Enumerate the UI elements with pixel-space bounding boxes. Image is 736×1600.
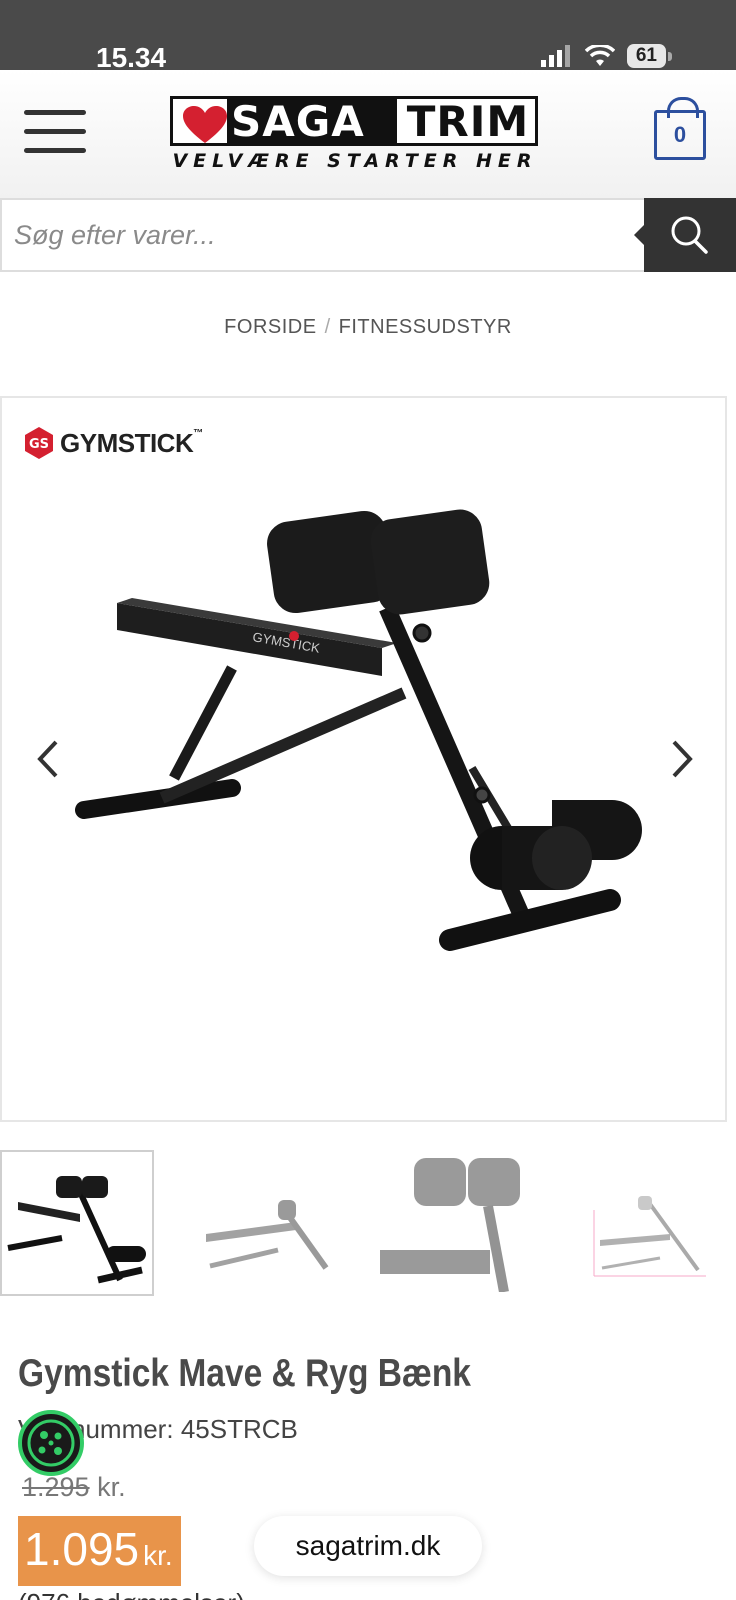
search-input[interactable] xyxy=(2,200,646,270)
thumbnail-1[interactable] xyxy=(0,1150,154,1296)
gymstick-brand-text: GYMSTICK™ xyxy=(60,427,203,458)
svg-text:GS: GS xyxy=(29,437,49,452)
browser-url-bar[interactable]: sagatrim.dk xyxy=(254,1516,482,1576)
gymstick-badge-icon: GS xyxy=(25,427,53,459)
thumbnail-3[interactable] xyxy=(380,1150,534,1296)
product-title: Gymstick Mave & Ryg Bænk xyxy=(18,1352,471,1395)
thumbnail-strip xyxy=(0,1150,736,1296)
search-icon xyxy=(671,216,708,254)
menu-icon-line xyxy=(24,110,86,115)
cookie-icon xyxy=(27,1419,75,1467)
breadcrumb-category[interactable]: FITNESSUDSTYR xyxy=(339,316,512,338)
logo-word-saga: SAGA xyxy=(227,99,397,145)
thumbnail-image xyxy=(593,1196,706,1277)
breadcrumb: FORSIDE / FITNESSUDSTYR xyxy=(0,316,736,339)
breadcrumb-separator: / xyxy=(324,316,331,338)
old-price: 1.295 kr. xyxy=(22,1472,126,1503)
thumbnail-image xyxy=(380,1158,520,1293)
heart-icon xyxy=(183,106,227,143)
sale-price: 1.095 kr. xyxy=(18,1516,181,1586)
gallery-prev-arrow-icon[interactable] xyxy=(28,734,68,784)
old-price-value: 1.295 xyxy=(22,1472,90,1502)
thumbnail-2[interactable] xyxy=(186,1150,340,1296)
signal-icon xyxy=(540,45,570,67)
menu-button[interactable] xyxy=(24,110,86,156)
cookie-settings-button[interactable] xyxy=(18,1410,84,1476)
sale-price-value: 1.095 xyxy=(24,1523,140,1575)
old-price-currency: kr. xyxy=(97,1472,126,1502)
breadcrumb-home[interactable]: FORSIDE xyxy=(224,316,316,338)
logo-frame: SAGA TRIM xyxy=(170,96,538,146)
product-gallery[interactable]: GS GYMSTICK™ GYMSTICK xyxy=(0,396,727,1122)
thumbnail-4[interactable] xyxy=(590,1150,736,1296)
gymstick-brand-logo: GS GYMSTICK™ xyxy=(22,426,203,460)
status-bar: 15.34 61 xyxy=(0,0,736,73)
gallery-next-arrow-icon[interactable] xyxy=(662,734,702,784)
sagatrim-logo[interactable]: SAGA TRIM VELVÆRE STARTER HER xyxy=(170,96,540,176)
battery-indicator: 61 xyxy=(626,44,673,68)
search-bar xyxy=(0,198,736,272)
bench-product-image: GYMSTICK xyxy=(75,509,642,951)
sku-value: 45STRCB xyxy=(180,1414,298,1444)
site-header: SAGA TRIM VELVÆRE STARTER HER 0 xyxy=(0,70,736,198)
thumbnail-image xyxy=(7,1176,146,1284)
logo-tagline: VELVÆRE STARTER HER xyxy=(172,150,538,172)
cart-button[interactable]: 0 xyxy=(654,97,706,160)
cart-count: 0 xyxy=(673,122,687,147)
search-button[interactable] xyxy=(634,198,736,272)
reviews-count[interactable]: (976 bedømmelser) xyxy=(18,1588,245,1600)
logo-word-trim: TRIM xyxy=(406,97,530,146)
sale-price-currency: kr. xyxy=(143,1540,173,1571)
menu-icon-line xyxy=(24,148,86,153)
thumbnail-image xyxy=(206,1200,329,1270)
wifi-icon xyxy=(584,45,615,66)
menu-icon-line xyxy=(24,129,86,134)
status-icons: 61 xyxy=(540,44,673,68)
